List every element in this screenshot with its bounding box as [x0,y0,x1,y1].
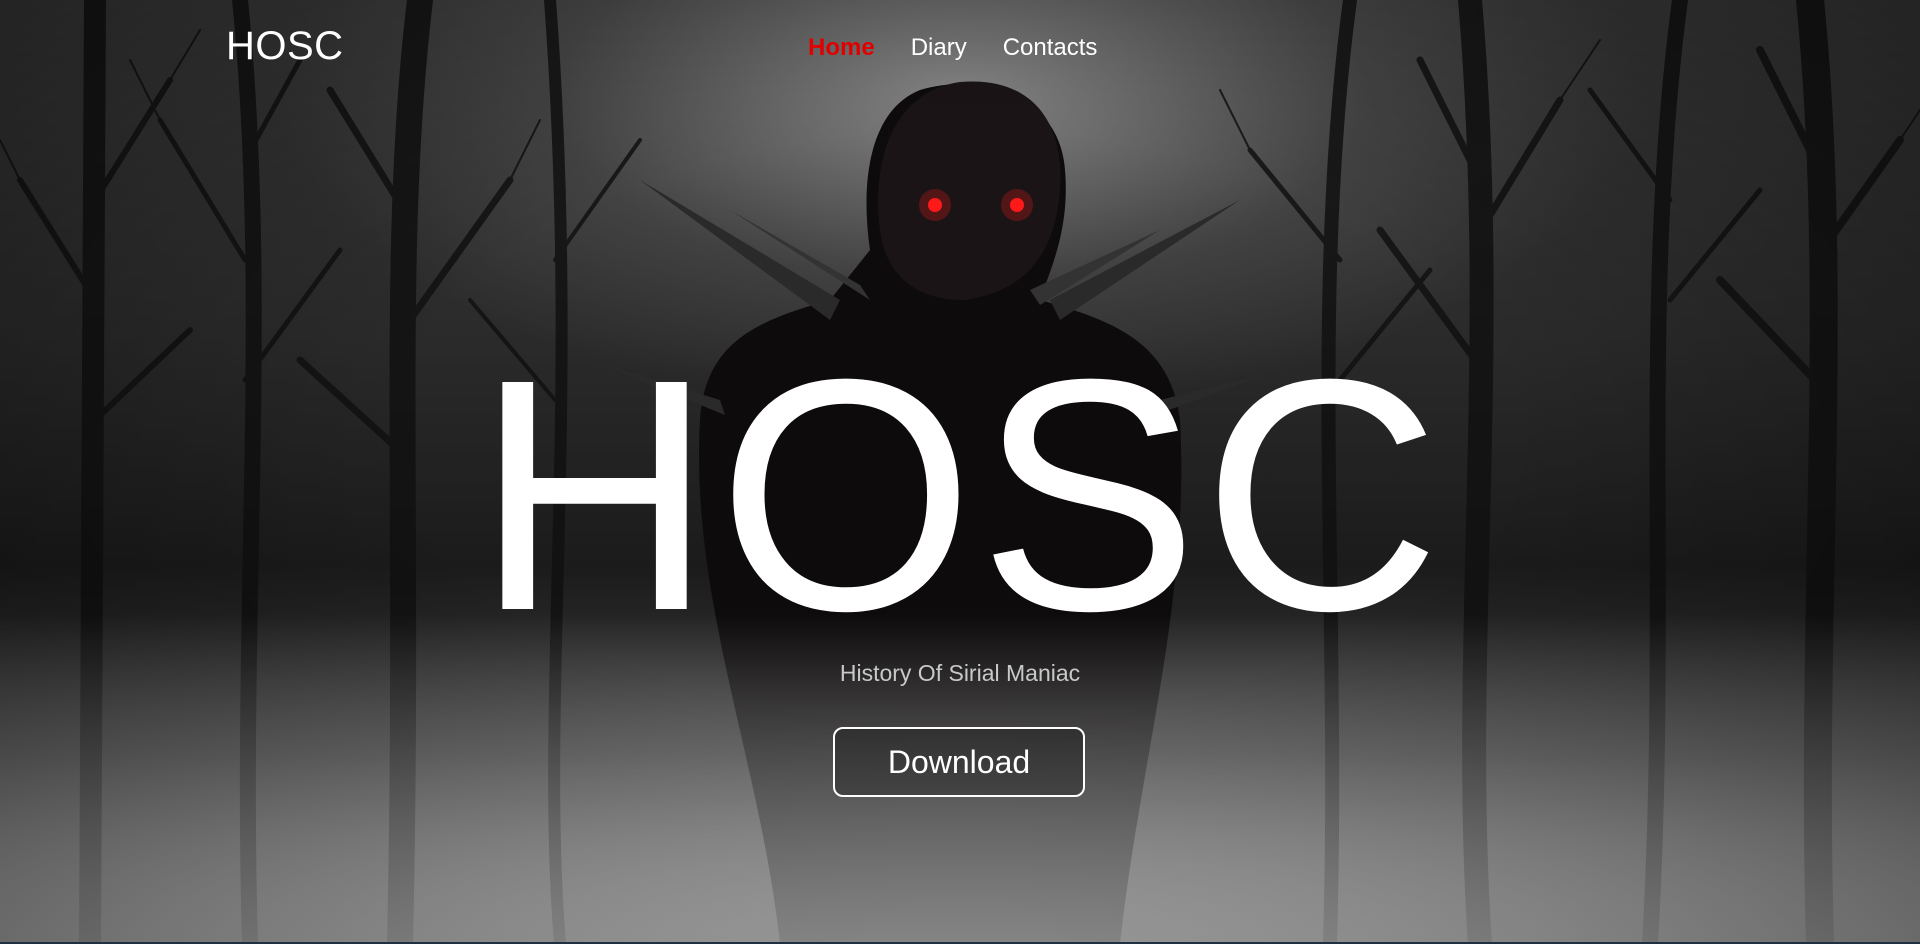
nav-links: Home Diary Contacts [808,34,1097,62]
download-button[interactable]: Download [833,727,1085,797]
site-logo[interactable]: HOSC [226,24,344,69]
hero-title: HOSC [475,310,1445,679]
top-navigation: HOSC Home Diary Contacts [0,0,1920,96]
nav-link-contacts[interactable]: Contacts [1003,34,1098,62]
page: HOSC Home Diary Contacts HOSC History Of… [0,0,1920,944]
nav-link-diary[interactable]: Diary [911,34,967,62]
nav-link-home[interactable]: Home [808,34,875,62]
hero-subtitle: History Of Sirial Maniac [839,660,1081,686]
